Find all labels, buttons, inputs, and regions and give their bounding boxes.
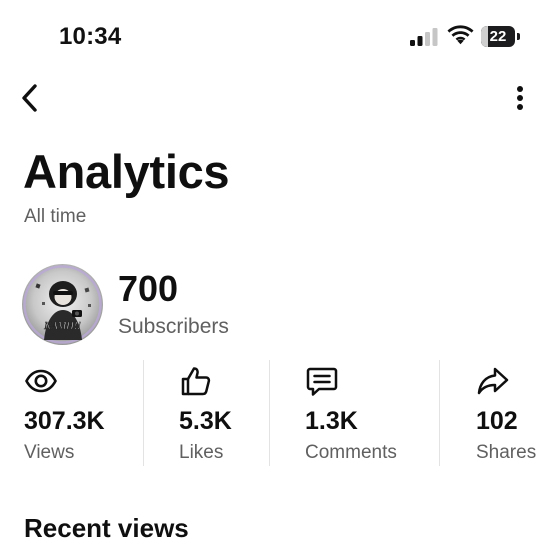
page-title: Analytics — [23, 145, 230, 198]
stat-comments[interactable]: 1.3K Comments — [305, 360, 439, 466]
thumbs-up-icon — [181, 367, 211, 396]
stat-likes[interactable]: 5.3K Likes — [179, 360, 269, 466]
comment-icon — [306, 367, 338, 396]
stat-divider — [269, 360, 270, 466]
avatar-image: NAMH!! — [22, 264, 103, 345]
more-vertical-icon — [517, 86, 523, 110]
status-bar: 10:34 22 — [0, 0, 560, 74]
battery-level: 22 — [489, 28, 507, 45]
share-icon — [477, 367, 509, 395]
stat-divider — [143, 360, 144, 466]
stat-label: Shares — [476, 442, 537, 463]
recent-views-heading: Recent views — [24, 513, 189, 543]
eye-icon — [25, 369, 57, 393]
stat-value: 102 — [476, 407, 518, 435]
stat-label: Comments — [305, 442, 397, 463]
stat-label: Likes — [179, 442, 224, 463]
battery-cap — [517, 33, 520, 40]
status-time: 10:34 — [59, 23, 122, 50]
back-button[interactable] — [12, 80, 48, 116]
subscriber-label: Subscribers — [118, 315, 229, 338]
cellular-signal-icon — [410, 28, 438, 46]
battery-indicator: 22 — [481, 26, 521, 47]
wifi-icon — [447, 25, 474, 45]
stats-row: 307.3K Views 5.3K Likes 1.3K Comments 10… — [0, 360, 560, 466]
more-options-button[interactable] — [502, 80, 538, 116]
subscriber-count: 700 — [118, 268, 179, 309]
stat-label: Views — [24, 442, 75, 463]
stat-divider — [439, 360, 440, 466]
channel-avatar[interactable]: NAMH!! — [22, 264, 103, 345]
battery-body: 22 — [481, 26, 515, 47]
stat-value: 1.3K — [305, 407, 358, 435]
stat-shares[interactable]: 102 Shares — [476, 360, 560, 466]
stat-value: 307.3K — [24, 407, 105, 435]
date-range-label: All time — [24, 206, 87, 227]
stat-value: 5.3K — [179, 407, 232, 435]
avatar-lettering: NAMH!! — [43, 321, 81, 332]
stat-views[interactable]: 307.3K Views — [24, 360, 142, 466]
chevron-left-icon — [22, 84, 37, 112]
